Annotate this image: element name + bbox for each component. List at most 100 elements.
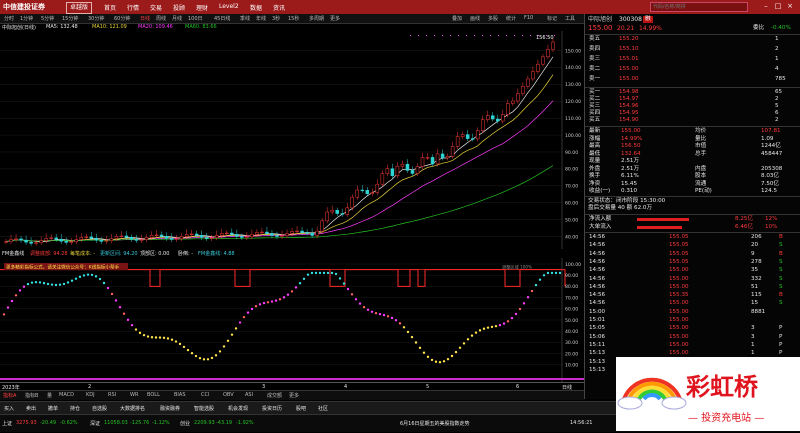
menu-data[interactable]: 数据 bbox=[250, 3, 262, 12]
indicator-dot bbox=[414, 341, 418, 344]
news-ticker[interactable]: 6月16日星期五的美股指数走势 bbox=[400, 420, 470, 427]
period-tab-11[interactable]: 季线 bbox=[240, 15, 250, 22]
ask-row-volume: 4 bbox=[775, 66, 779, 72]
toolbar-tool-6[interactable]: 工具 bbox=[565, 15, 575, 22]
ma10-line bbox=[5, 74, 554, 242]
indicator-tab-1[interactable]: 指标B bbox=[25, 392, 38, 399]
period-tab-3[interactable]: 15分钟 bbox=[62, 15, 78, 22]
toolbar-tool-5[interactable]: 标记 bbox=[547, 15, 557, 22]
period-tab-5[interactable]: 60分钟 bbox=[114, 15, 130, 22]
period-tab-12[interactable]: 年线 bbox=[256, 15, 266, 22]
period-tab-2[interactable]: 5分钟 bbox=[41, 15, 54, 22]
indicator-dot bbox=[274, 299, 278, 302]
indicator-dot bbox=[306, 273, 310, 276]
indicator-dot bbox=[322, 271, 326, 275]
period-tab-15[interactable]: 多周期 bbox=[309, 15, 324, 22]
menu-trade[interactable]: 交易 bbox=[150, 3, 162, 12]
index-cy-name: 创业 bbox=[180, 421, 191, 427]
toolbar-tool-1[interactable]: 画线 bbox=[470, 15, 480, 22]
menu-news[interactable]: 资讯 bbox=[273, 3, 285, 12]
indicator-tab-2[interactable]: 量 bbox=[47, 392, 52, 399]
indicator-title: FM金鑫线 bbox=[2, 251, 25, 257]
sub-y-tick-label: 90.00 bbox=[565, 273, 578, 279]
period-tab-0[interactable]: 分时 bbox=[4, 15, 14, 22]
stat-left-label: 最高 bbox=[589, 143, 601, 149]
indicator-tab-0[interactable]: 指标A bbox=[3, 392, 16, 399]
tick-price: 155.00 bbox=[669, 300, 689, 307]
ma60-label: MA60: 83.66 bbox=[185, 24, 217, 30]
action-item-7[interactable]: 智能选股 bbox=[194, 405, 214, 412]
period-tab-13[interactable]: 3秒 bbox=[272, 15, 280, 22]
indicator-tab-7[interactable]: BOLL bbox=[147, 392, 160, 398]
period-tab-9[interactable]: 100日 bbox=[188, 15, 203, 22]
indicator-chart[interactable]: 100.00 90.00 80.00 70.00 60.00 50.00 40.00 30.0… bbox=[0, 258, 584, 382]
action-item-3[interactable]: 持仓 bbox=[70, 405, 80, 412]
ad-watermark: 彩虹桥 — 投资充电站 — bbox=[616, 357, 800, 431]
indicator-dot bbox=[214, 354, 218, 357]
period-tab-7[interactable]: 周线 bbox=[156, 15, 166, 22]
candle-body bbox=[395, 165, 400, 176]
tick-time: 14:56 bbox=[589, 234, 606, 240]
period-tab-1[interactable]: 1分钟 bbox=[20, 15, 33, 22]
period-tab-14[interactable]: 15秒 bbox=[288, 15, 299, 22]
action-item-0[interactable]: 买入 bbox=[4, 405, 14, 412]
quote-stock-name[interactable]: 中际旭创 bbox=[588, 16, 612, 23]
indicator-tab-5[interactable]: RSI bbox=[108, 392, 116, 398]
marker-dot bbox=[458, 35, 459, 36]
indicator-tab-10[interactable]: OBV bbox=[223, 392, 234, 398]
indicator-dot bbox=[134, 328, 138, 331]
candle-body bbox=[536, 63, 540, 72]
menu-advisor[interactable]: 投顾 bbox=[173, 3, 185, 12]
after-hours-note: 盘后交易量 40 额 62.0万 bbox=[588, 205, 653, 211]
action-item-9[interactable]: 投资日历 bbox=[262, 405, 282, 412]
y-tick-label: 130.00 bbox=[565, 82, 581, 88]
candlestick-chart[interactable]: 150.00 140.00 130.00 120.00 110.00 100.00 90.0… bbox=[0, 31, 584, 249]
tick-time: 14:56 bbox=[589, 283, 606, 290]
toolbar-tool-3[interactable]: 统计 bbox=[506, 15, 516, 22]
indicator-dot bbox=[238, 321, 242, 324]
indicator-tab-6[interactable]: WR bbox=[130, 392, 138, 398]
minimize-button[interactable]: – bbox=[762, 2, 770, 11]
menu-level2[interactable]: Level2 bbox=[219, 3, 239, 10]
menu-finance[interactable]: 理财 bbox=[196, 3, 208, 12]
period-tab-4[interactable]: 30分钟 bbox=[88, 15, 104, 22]
action-item-8[interactable]: 机会发现 bbox=[228, 405, 248, 412]
action-item-2[interactable]: 撤单 bbox=[48, 405, 58, 412]
menu-market[interactable]: 行情 bbox=[127, 3, 139, 12]
menu-home[interactable]: 首页 bbox=[104, 3, 116, 12]
period-tab-8[interactable]: 月线 bbox=[172, 15, 182, 22]
tick-volume: 1 bbox=[751, 341, 755, 348]
indicator-tab-9[interactable]: CCI bbox=[201, 392, 209, 398]
action-item-10[interactable]: 股吧 bbox=[296, 405, 306, 412]
action-item-5[interactable]: 大数据排名 bbox=[120, 405, 145, 412]
stat-left-value: 14.99% bbox=[621, 135, 643, 142]
action-item-11[interactable]: 社区 bbox=[318, 405, 328, 412]
index-sh-pct: -0.62% bbox=[60, 420, 78, 426]
ma20-label: MA20: 109.46 bbox=[138, 24, 173, 30]
search-input[interactable] bbox=[650, 2, 748, 12]
candle-body bbox=[415, 166, 420, 174]
action-item-4[interactable]: 自选股 bbox=[92, 405, 107, 412]
marker-dot bbox=[554, 35, 555, 36]
indicator-tab-12[interactable]: 成交额 bbox=[267, 392, 282, 399]
tick-side: P bbox=[779, 333, 783, 340]
ask-row-volume: 785 bbox=[775, 76, 786, 82]
toolbar-tool-2[interactable]: 多股 bbox=[488, 15, 498, 22]
maximize-button[interactable]: □ bbox=[774, 2, 782, 11]
indicator-tab-3[interactable]: MACD bbox=[59, 392, 74, 398]
action-item-6[interactable]: 融资融券 bbox=[160, 405, 180, 412]
toolbar-tool-0[interactable]: 叠加 bbox=[452, 15, 462, 22]
period-tab-16[interactable]: 更多 bbox=[330, 15, 340, 22]
close-button[interactable]: × bbox=[786, 2, 794, 11]
action-item-1[interactable]: 卖出 bbox=[26, 405, 36, 412]
period-tab-10[interactable]: 45日线 bbox=[214, 15, 230, 22]
candle-body bbox=[184, 234, 189, 237]
edition-badge[interactable]: 卓越版 bbox=[66, 2, 93, 14]
indicator-tab-4[interactable]: KDJ bbox=[86, 392, 95, 398]
indicator-tab-13[interactable]: 更多 bbox=[289, 392, 299, 399]
period-tab-6[interactable]: 日线 bbox=[140, 15, 150, 22]
indicator-tab-11[interactable]: ASI bbox=[245, 392, 253, 398]
rainbow-icon bbox=[617, 377, 687, 410]
indicator-tab-8[interactable]: BIAS bbox=[174, 392, 186, 398]
toolbar-tool-4[interactable]: F10 bbox=[524, 15, 533, 21]
